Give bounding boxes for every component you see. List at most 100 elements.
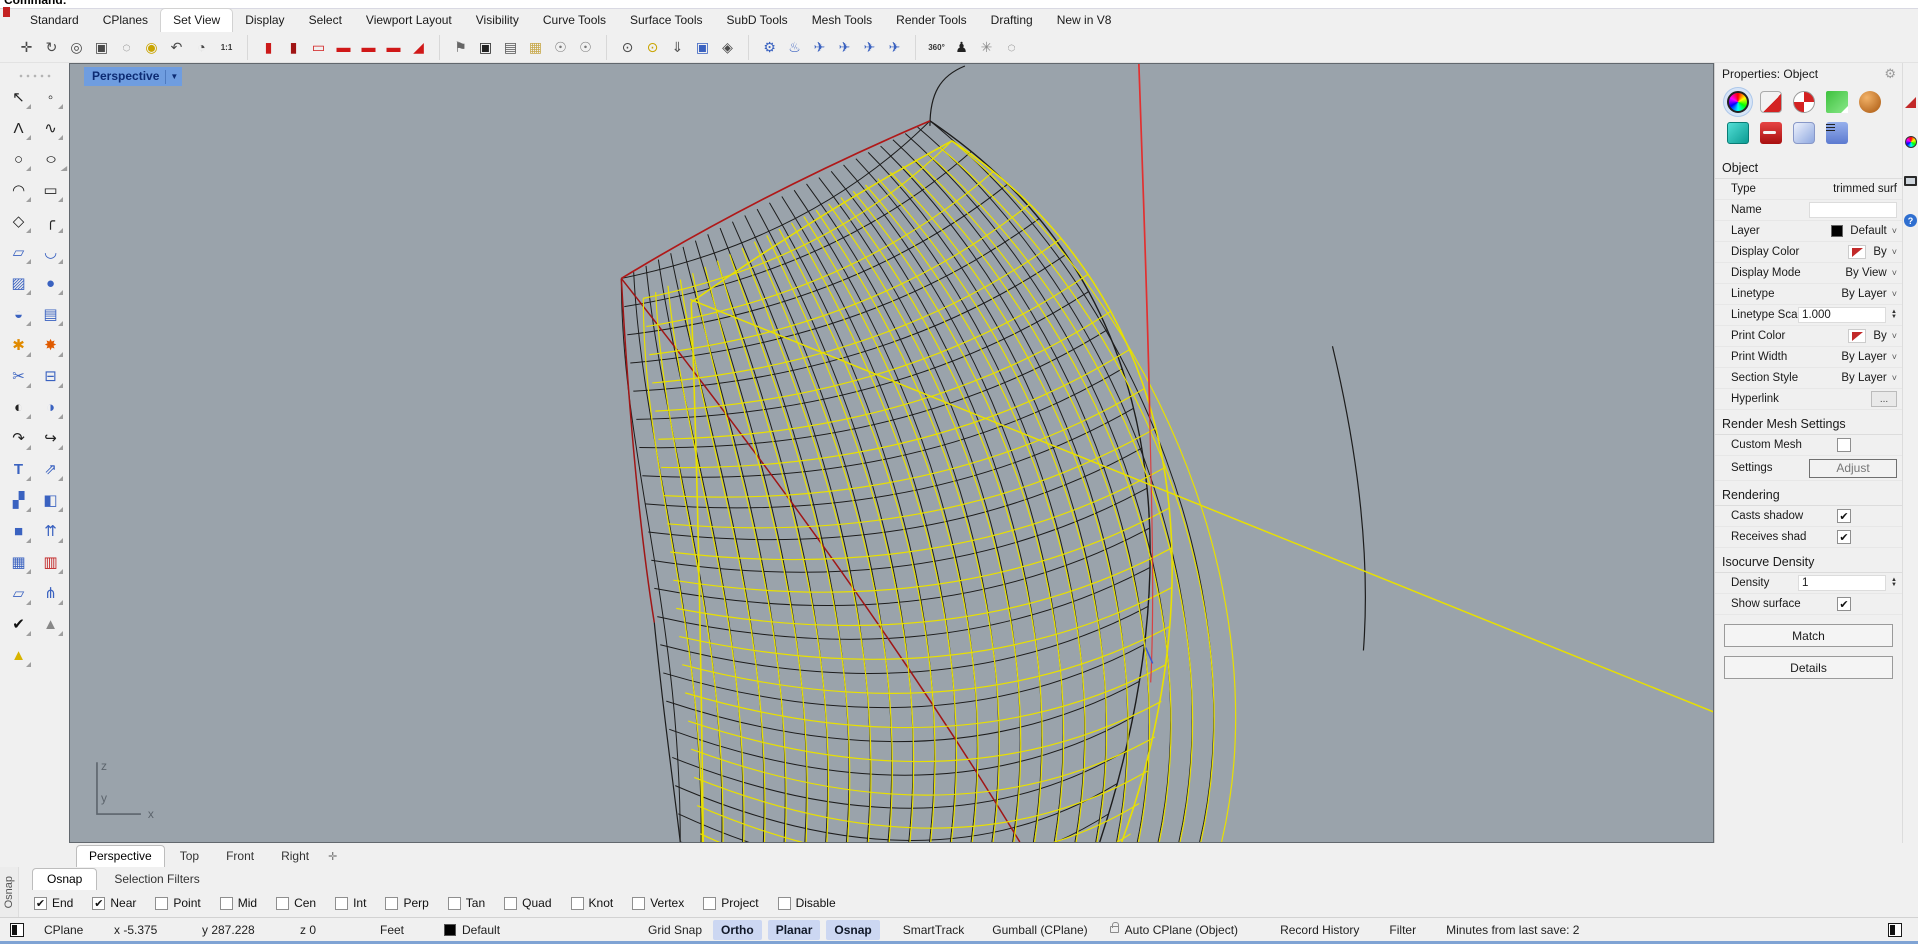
- checkbox-icon[interactable]: [92, 897, 105, 910]
- tab-selection-filters[interactable]: Selection Filters: [100, 869, 213, 890]
- checkbox-icon[interactable]: [335, 897, 348, 910]
- menu-tab-display[interactable]: Display: [233, 9, 296, 32]
- solid-cube-icon[interactable]: ■: [6, 518, 32, 544]
- spike-marker-icon[interactable]: ✳: [974, 35, 999, 60]
- interpolate-curve-icon[interactable]: ∿: [38, 115, 64, 141]
- circle-icon[interactable]: ○: [6, 146, 32, 172]
- custom-mesh-checkbox[interactable]: [1837, 438, 1851, 452]
- panel-tab-help-icon[interactable]: ?: [1904, 214, 1917, 227]
- checkbox-icon[interactable]: [276, 897, 289, 910]
- zoom-selected-icon[interactable]: ◉: [139, 35, 164, 60]
- patch-icon[interactable]: ▤: [38, 301, 64, 327]
- status-right-icon[interactable]: [1888, 923, 1902, 937]
- osnap-perp[interactable]: Perp: [385, 896, 428, 910]
- spotlight-icon[interactable]: ▲: [6, 642, 32, 668]
- osnap-project[interactable]: Project: [703, 896, 758, 910]
- print-width-select[interactable]: By Layer ˅: [1811, 351, 1897, 363]
- properties-tab-displacement[interactable]: [1760, 122, 1782, 144]
- menu-tab-cplanes[interactable]: CPlanes: [91, 9, 160, 32]
- pan-icon[interactable]: ✛: [14, 35, 39, 60]
- casts-shadow-checkbox[interactable]: [1837, 509, 1851, 523]
- tab-osnap[interactable]: Osnap: [32, 868, 97, 890]
- stepper-icon[interactable]: [1891, 310, 1897, 320]
- separator[interactable]: [431, 35, 440, 60]
- properties-tab-material[interactable]: [1760, 91, 1782, 113]
- boolean-union-icon[interactable]: ◐: [6, 394, 32, 420]
- move-scale-icon[interactable]: ⇗: [38, 456, 64, 482]
- separator[interactable]: [598, 35, 607, 60]
- grid-snap-toggle[interactable]: Grid Snap: [640, 920, 710, 940]
- car-side-icon-1[interactable]: ▬: [331, 35, 356, 60]
- osnap-cen[interactable]: Cen: [276, 896, 316, 910]
- articulation-icon[interactable]: ⋔: [38, 580, 64, 606]
- figure-bulb-icon-2[interactable]: ☉: [573, 35, 598, 60]
- extrude-icon[interactable]: ⇈: [38, 518, 64, 544]
- checkbox-icon[interactable]: [632, 897, 645, 910]
- osnap-side-tab[interactable]: Osnap: [0, 867, 19, 917]
- checkbox-icon[interactable]: [155, 897, 168, 910]
- car-side-icon-3[interactable]: ▬: [381, 35, 406, 60]
- command-line[interactable]: Command:: [0, 0, 1918, 9]
- separator[interactable]: [239, 35, 248, 60]
- osnap-near[interactable]: Near: [92, 896, 136, 910]
- menu-tab-set-view[interactable]: Set View: [160, 8, 233, 32]
- viewport-title-menu[interactable]: Perspective ▼: [84, 67, 182, 86]
- checkbox-icon[interactable]: [504, 897, 517, 910]
- car-tilted-icon[interactable]: ◢: [406, 35, 431, 60]
- dashed-crosshair-icon[interactable]: ◌: [999, 35, 1024, 60]
- name-input[interactable]: [1809, 202, 1897, 218]
- layer-pane[interactable]: Default: [436, 920, 522, 940]
- group-icon[interactable]: ▞: [6, 487, 32, 513]
- viewport-tab-front[interactable]: Front: [214, 846, 266, 867]
- zoom-lens-icon[interactable]: ◔: [189, 35, 214, 60]
- properties-tab-decals[interactable]: [1826, 91, 1848, 113]
- properties-tab-texture-mapping[interactable]: [1793, 91, 1815, 113]
- checkbox-icon[interactable]: [34, 897, 47, 910]
- split-icon[interactable]: ⊟: [38, 363, 64, 389]
- camera-icon[interactable]: ▣: [473, 35, 498, 60]
- menu-tab-new-in-v8[interactable]: New in V8: [1045, 9, 1124, 32]
- gear-icon[interactable]: ⚙: [1884, 66, 1896, 82]
- save-view-icon[interactable]: ▤: [498, 35, 523, 60]
- menu-tab-surface-tools[interactable]: Surface Tools: [618, 9, 715, 32]
- match-button[interactable]: Match: [1724, 624, 1893, 647]
- layout-sheets-icon[interactable]: ▱: [6, 580, 32, 606]
- zoom-dashed-icon[interactable]: ◌: [114, 35, 139, 60]
- menu-tab-select[interactable]: Select: [297, 9, 354, 32]
- menu-tab-mesh-tools[interactable]: Mesh Tools: [800, 9, 884, 32]
- car-top-icon[interactable]: ▭: [306, 35, 331, 60]
- auto-cplane-toggle[interactable]: Auto CPlane (Object): [1102, 920, 1246, 940]
- linetype-scale-input[interactable]: 1.000: [1798, 307, 1886, 323]
- boolean-difference-icon[interactable]: ◑: [38, 394, 64, 420]
- planar-toggle[interactable]: Planar: [768, 920, 821, 940]
- checkbox-icon[interactable]: [778, 897, 791, 910]
- layer-select[interactable]: Default ˅: [1811, 225, 1897, 237]
- cone-icon[interactable]: ▲: [38, 611, 64, 637]
- fillet-curve-icon[interactable]: ╭: [38, 208, 64, 234]
- menu-tab-render-tools[interactable]: Render Tools: [884, 9, 979, 32]
- viewport-tab-top[interactable]: Top: [168, 846, 211, 867]
- filter-pane[interactable]: Filter: [1381, 920, 1424, 940]
- print-color-select[interactable]: By ˅: [1811, 329, 1897, 343]
- properties-tab-edge-softening[interactable]: [1727, 122, 1749, 144]
- smarttrack-toggle[interactable]: SmartTrack: [895, 920, 973, 940]
- adjust-button[interactable]: Adjust: [1809, 459, 1897, 478]
- panel-tab-monitor-icon[interactable]: [1904, 176, 1917, 186]
- target-circle-icon[interactable]: ⊙: [615, 35, 640, 60]
- zoom-1to1-icon[interactable]: 1:1: [214, 35, 239, 60]
- cplane-swatch-icon[interactable]: [10, 923, 24, 937]
- fountain-pad-icon[interactable]: ♨: [782, 35, 807, 60]
- hyperlink-browse-button[interactable]: ...: [1871, 391, 1897, 407]
- continue-curve-icon[interactable]: ↪: [38, 425, 64, 451]
- toolbar-grip[interactable]: [18, 73, 52, 79]
- named-views-icon[interactable]: ▦: [523, 35, 548, 60]
- plane-side-icon-2[interactable]: ✈: [882, 35, 907, 60]
- ortho-toggle[interactable]: Ortho: [713, 920, 762, 940]
- osnap-end[interactable]: End: [34, 896, 73, 910]
- panel-tab-properties-icon[interactable]: [1905, 97, 1916, 108]
- explode-icon[interactable]: ✸: [38, 332, 64, 358]
- check-icon[interactable]: ✔: [6, 611, 32, 637]
- array-grid-icon[interactable]: ▦: [6, 549, 32, 575]
- box-icon[interactable]: ▨: [6, 270, 32, 296]
- viewport-tab-perspective[interactable]: Perspective: [76, 845, 165, 867]
